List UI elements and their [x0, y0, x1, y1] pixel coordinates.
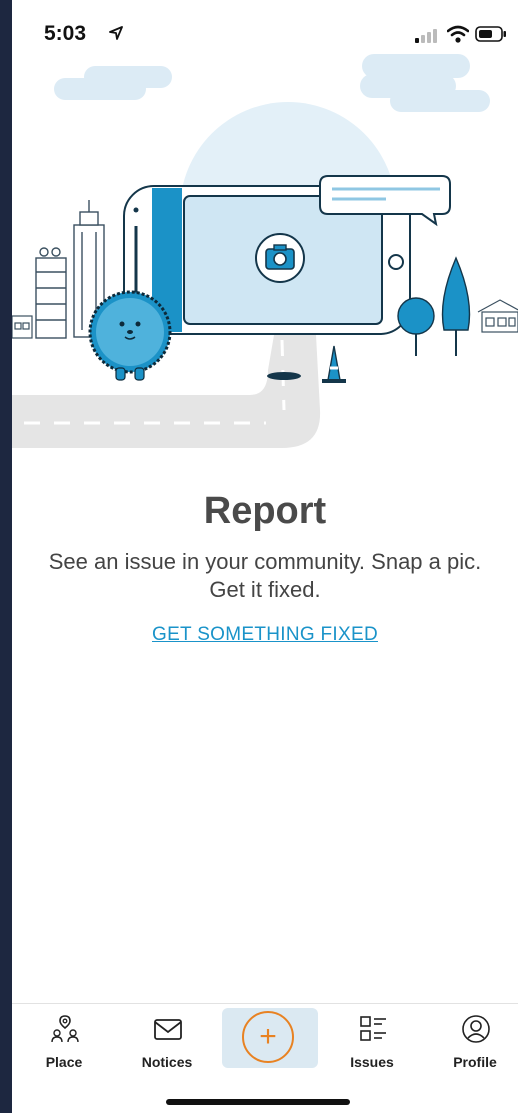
house-left — [12, 315, 33, 339]
tab-profile-label: Profile — [453, 1054, 497, 1070]
tall-tree — [441, 256, 471, 356]
location-arrow-icon — [109, 26, 123, 40]
report-illustration — [12, 54, 518, 448]
list-icon — [360, 1016, 386, 1041]
round-tree — [397, 297, 435, 356]
tab-issues[interactable]: Issues — [322, 1004, 422, 1084]
home-indicator[interactable] — [166, 1099, 350, 1105]
cloud-left — [54, 66, 172, 100]
hedgehog-mascot — [88, 290, 172, 381]
bottom-tab-bar: Place Notices + Issues Profile — [12, 1003, 518, 1113]
place-icon — [51, 1015, 79, 1043]
envelope-icon — [154, 1019, 182, 1040]
tab-place-label: Place — [45, 1054, 83, 1070]
house-right — [477, 299, 518, 333]
cloud-right — [360, 54, 490, 112]
person-icon — [462, 1015, 490, 1043]
page-title: Report — [203, 490, 327, 532]
tab-issues-label: Issues — [350, 1054, 394, 1070]
tab-place[interactable]: Place — [14, 1004, 114, 1084]
add-report-button[interactable]: + — [222, 1008, 318, 1068]
page-description: See an issue in your community. Snap a p… — [48, 549, 482, 602]
get-something-fixed-link[interactable]: GET SOMETHING FIXED — [12, 624, 518, 646]
building-small — [35, 247, 67, 339]
plus-icon: + — [242, 1011, 294, 1063]
tab-notices[interactable]: Notices — [117, 1004, 217, 1084]
tab-notices-label: Notices — [141, 1054, 193, 1070]
tab-profile[interactable]: Profile — [425, 1004, 518, 1084]
app-screen: 5:03 Report See an issue in your communi… — [12, 0, 518, 1113]
